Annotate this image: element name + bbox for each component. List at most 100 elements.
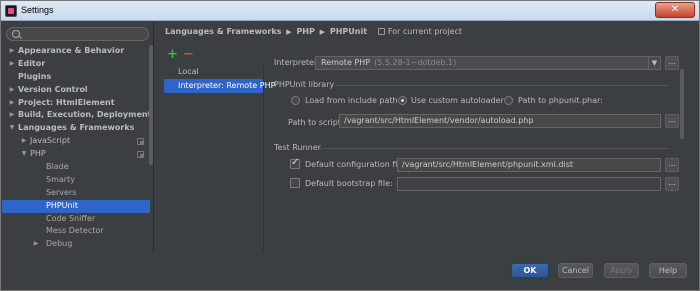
tree-item-label: Code Sniffer [46,213,96,223]
script-path-label: Path to script: [288,118,344,127]
add-interpreter-icon[interactable]: + [167,48,178,61]
default-bootstrap-input[interactable] [397,177,661,191]
interpreter-value: Remote PHP [321,58,371,67]
breadcrumb: Languages & Frameworks ▶ PHP ▶ PHPUnit F… [165,27,462,36]
chevron-down-icon[interactable]: ▼ [8,122,16,135]
chevron-right-icon[interactable]: ▶ [20,135,28,148]
tree-item-label: Mess Detector [46,226,104,236]
tree-item[interactable]: Code Sniffer [2,213,150,226]
tree-item-label: Smarty [46,174,75,184]
tree-item-label: Plugins [18,71,52,81]
chevron-down-icon[interactable]: ▼ [648,57,660,69]
scrollbar-thumb[interactable] [680,69,684,139]
default-bootstrap-checkbox[interactable] [290,178,300,188]
interpreter-select[interactable]: Remote PHP (5.5.28-1~dotdeb.1) ▼ [315,56,661,70]
breadcrumb-item: Languages & Frameworks [165,27,282,36]
close-button[interactable]: ✕ [655,2,695,18]
settings-tree-panel: ▶ Appearance & Behavior ▶ Editor Plugins ▶ Ver… [2,22,154,253]
tree-item[interactable]: Blade [2,161,150,174]
default-config-label: Default configuration file: [305,160,408,169]
help-button[interactable]: Help [649,263,687,278]
search-icon [12,30,20,38]
default-config-browse-button[interactable]: ... [665,158,679,172]
settings-search[interactable] [6,27,149,41]
tree-item[interactable]: PHPUnit [2,199,150,213]
ok-button[interactable]: OK [511,263,549,278]
chevron-right-icon[interactable]: ▶ [8,97,16,110]
tree-item[interactable]: ▶ Debug [2,238,150,251]
script-path-browse-button[interactable]: ... [665,114,679,128]
phpunit-library-title: PHPUnit library [274,80,335,89]
apply-button[interactable]: Apply [604,263,639,278]
chevron-right-icon[interactable]: ▶ [8,84,16,97]
default-config-value: /vagrant/src/HtmlElement/phpunit.xml.dis… [402,160,574,169]
remove-interpreter-icon[interactable]: − [183,48,194,61]
chevron-right-icon[interactable]: ▶ [8,45,16,58]
radio-label: Path to phpunit.phar: [518,96,603,105]
project-scope-label: For current project [387,27,463,36]
interpreter-list-item[interactable]: Local [164,65,263,79]
chevron-right-icon[interactable]: ▶ [32,238,40,251]
default-config-input[interactable]: /vagrant/src/HtmlElement/phpunit.xml.dis… [397,158,661,172]
breadcrumb-item: PHPUnit [329,27,368,36]
tree-item-label: Debug [46,239,73,249]
settings-tree: ▶ Appearance & Behavior ▶ Editor Plugins ▶ Ver… [2,45,152,251]
search-input[interactable] [23,29,143,39]
chevron-down-icon[interactable]: ▼ [20,148,28,161]
default-bootstrap-browse-button[interactable]: ... [665,177,679,191]
app-icon [5,5,17,17]
tree-item[interactable]: ▼ Languages & Frameworks [2,122,150,135]
interpreter-version: (5.5.28-1~dotdeb.1) [374,58,457,67]
interpreter-select-value: Remote PHP (5.5.28-1~dotdeb.1) [321,57,456,69]
breadcrumb-item: PHP [296,27,315,36]
tree-item-label: Appearance & Behavior [18,46,125,55]
content-scrollbar[interactable] [679,67,685,253]
section-divider [319,148,669,149]
radio-load-include-path[interactable] [291,96,300,105]
tree-item-label: Build, Execution, Deployment [18,110,152,120]
breadcrumb-separator-icon: ▶ [319,28,326,36]
interpreter-list: Local Interpreter: Remote PHP [164,65,275,252]
breadcrumb-separator-icon: ▶ [286,28,292,36]
default-config-checkbox[interactable] [290,157,300,169]
chevron-right-icon[interactable]: ▶ [8,58,16,71]
tree-item-label: Version Control [18,84,88,94]
project-icon [377,28,385,35]
project-scope-icon [137,138,144,146]
tree-item[interactable]: Smarty [2,174,150,187]
script-path-value: /vagrant/src/HtmlElement/vendor/autoload… [344,116,534,125]
tree-item-label: Servers [46,187,77,197]
tree-item[interactable]: Servers [2,187,150,200]
interpreter-list-item[interactable]: Interpreter: Remote PHP [164,79,275,93]
radio-label: Load from include path [305,96,398,105]
cancel-button[interactable]: Cancel [558,263,593,278]
tree-item[interactable]: ▶ Project: HtmlElement [2,97,150,110]
tree-item[interactable]: ▶ Editor [2,58,150,71]
test-runner-title: Test Runner [274,143,321,152]
tree-item[interactable]: Mess Detector [2,225,150,238]
tree-item[interactable]: ▼ PHP [2,148,150,161]
interpreter-label: Interpreter: [274,58,320,67]
title-bar: Settings ✕ [1,1,699,21]
tree-item[interactable]: ▶ JavaScript [2,135,150,148]
chevron-right-icon[interactable]: ▶ [8,109,16,122]
section-divider [336,85,669,86]
interpreter-browse-button[interactable]: ... [665,56,679,70]
project-scope: For current project [377,27,463,36]
settings-dialog: Settings ✕ ▶ Appearance & Behavior ▶ Editor… [0,0,700,291]
tree-item-label: Blade [46,162,69,172]
tree-item-label: Editor [18,58,46,68]
window-title: Settings [21,5,54,15]
radio-custom-autoloader[interactable] [398,96,407,105]
radio-phpunit-phar[interactable] [504,96,513,105]
tree-item-label: Project: HtmlElement [18,97,115,107]
tree-item[interactable]: ▶ Appearance & Behavior [2,45,150,58]
tree-item-label: Languages & Frameworks [18,123,135,133]
tree-item[interactable]: Plugins [2,71,150,84]
script-path-input[interactable]: /vagrant/src/HtmlElement/vendor/autoload… [339,114,661,128]
tree-item[interactable]: ▶ Version Control [2,84,150,97]
radio-label: Use custom autoloader [411,96,504,105]
tree-scrollbar[interactable] [149,45,153,165]
tree-item-label: JavaScript [30,136,71,146]
tree-item[interactable]: ▶ Build, Execution, Deployment [2,109,152,122]
